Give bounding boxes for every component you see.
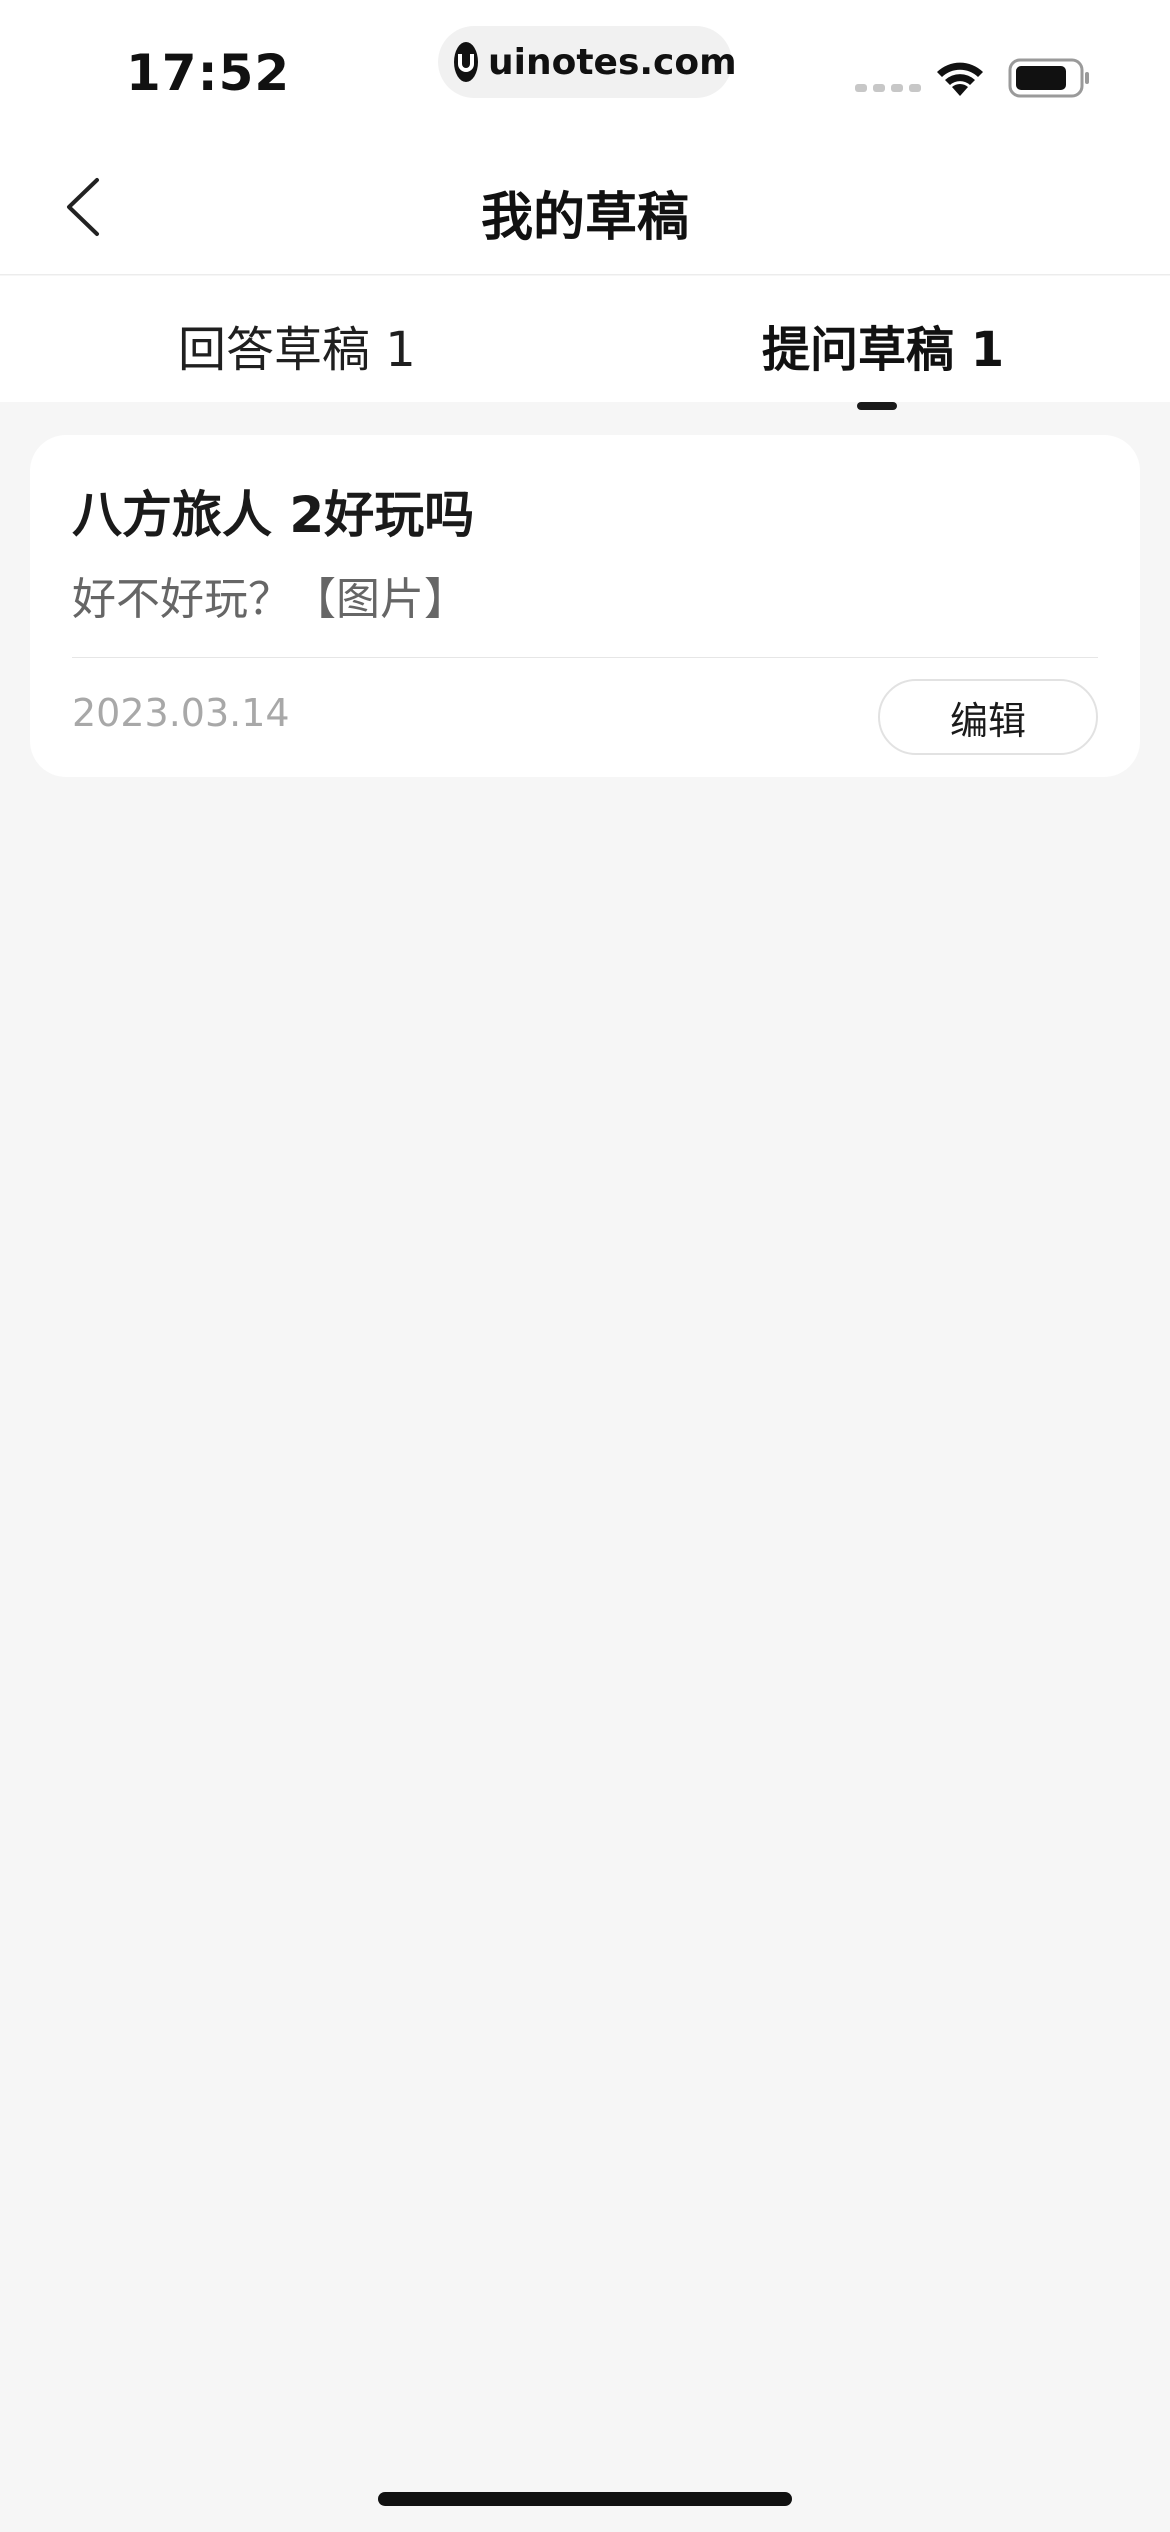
- page-title: 我的草稿: [480, 188, 689, 248]
- url-text: uinotes.com: [488, 41, 737, 83]
- wifi-icon: [937, 62, 983, 96]
- url-pill[interactable]: uinotes.com: [438, 26, 737, 98]
- tab-question-drafts[interactable]: 提问草稿 1: [762, 310, 1004, 380]
- draft-body: 好不好玩？【图片】: [72, 574, 468, 625]
- active-tab-indicator: [857, 402, 897, 410]
- draft-title: 八方旅人 2好玩吗: [72, 486, 475, 544]
- draft-date: 2023.03.14: [72, 691, 290, 735]
- battery-icon: [1008, 58, 1089, 98]
- card-divider: [72, 657, 1098, 658]
- status-time: 17:52: [126, 44, 291, 102]
- status-bar: 17:52 uinotes.com: [0, 0, 1170, 135]
- drafts-screen: 17:52 uinotes.com 我的草稿 回答草稿 1 提问草稿 1 八方旅…: [0, 0, 1170, 2532]
- draft-card[interactable]: 八方旅人 2好玩吗 好不好玩？【图片】 2023.03.14 编辑: [30, 435, 1140, 777]
- uinotes-logo-icon: [454, 42, 478, 82]
- home-indicator[interactable]: [378, 2492, 792, 2506]
- edit-button[interactable]: 编辑: [878, 679, 1098, 755]
- draft-tabs: 回答草稿 1 提问草稿 1: [0, 276, 1170, 410]
- tab-answer-drafts[interactable]: 回答草稿 1: [178, 310, 416, 380]
- signal-icon: [855, 84, 921, 92]
- nav-bar: 我的草稿: [0, 135, 1170, 275]
